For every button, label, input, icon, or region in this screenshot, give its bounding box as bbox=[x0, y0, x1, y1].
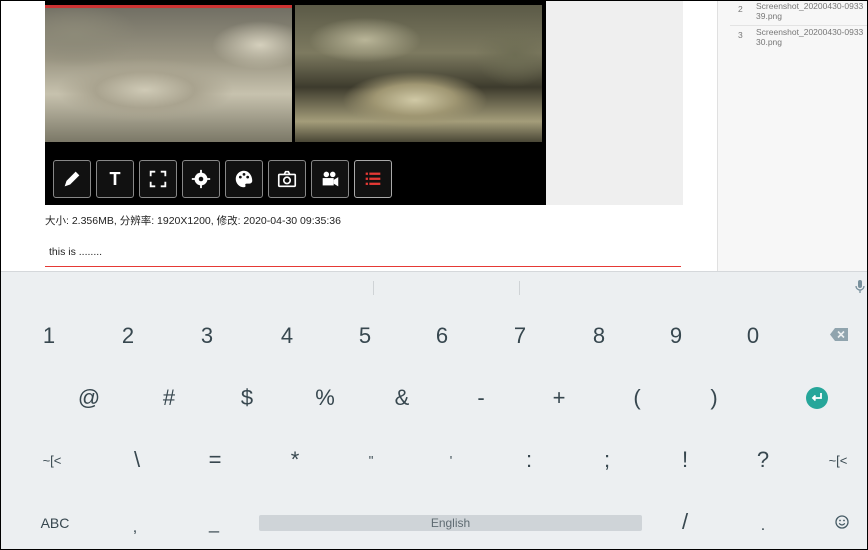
enter-icon bbox=[811, 393, 822, 402]
file-list-panel: 2 Screenshot_20200430-0933 39.png 3 Scre… bbox=[717, 1, 867, 271]
key-semicolon[interactable]: ; bbox=[599, 447, 615, 473]
key-percent[interactable]: % bbox=[313, 385, 337, 411]
key-double-quote[interactable]: " bbox=[363, 453, 379, 468]
emoji-icon[interactable] bbox=[835, 515, 849, 529]
key-more-symbols-right[interactable]: ~[< bbox=[823, 453, 853, 468]
key-single-quote[interactable]: ' bbox=[445, 453, 457, 468]
key-hash[interactable]: # bbox=[159, 385, 179, 411]
file-name: Screenshot_20200430-0933 39.png bbox=[756, 1, 864, 21]
key-underscore[interactable]: _ bbox=[205, 513, 223, 534]
key-close-paren[interactable]: ) bbox=[706, 385, 722, 411]
key-2[interactable]: 2 bbox=[118, 323, 138, 349]
list-icon[interactable] bbox=[354, 160, 392, 198]
enter-button[interactable] bbox=[806, 387, 828, 409]
key-colon[interactable]: : bbox=[521, 447, 537, 473]
file-list-item[interactable]: 3 Screenshot_20200430-0933 30.png bbox=[730, 25, 867, 52]
note-input[interactable]: this is ........ bbox=[45, 244, 681, 267]
file-list-item[interactable]: 2 Screenshot_20200430-0933 39.png bbox=[730, 1, 867, 26]
key-0[interactable]: 0 bbox=[743, 323, 763, 349]
image-viewer-area: T 大小: 2.356MB, 分辨率: 1920X1200, 修改: 2020-… bbox=[1, 1, 717, 271]
file-number: 2 bbox=[738, 4, 743, 14]
key-ampersand[interactable]: & bbox=[392, 385, 412, 411]
key-at[interactable]: @ bbox=[77, 385, 101, 411]
note-input-value: this is ........ bbox=[49, 246, 103, 258]
space-bar-label: English bbox=[430, 516, 471, 530]
key-slash[interactable]: / bbox=[677, 509, 693, 535]
key-period[interactable]: . bbox=[758, 517, 768, 535]
key-exclamation[interactable]: ! bbox=[677, 447, 693, 473]
key-5[interactable]: 5 bbox=[355, 323, 375, 349]
key-equals[interactable]: = bbox=[205, 447, 225, 473]
microphone-icon[interactable] bbox=[853, 279, 867, 295]
annotation-toolbar: T bbox=[53, 156, 392, 200]
key-8[interactable]: 8 bbox=[589, 323, 609, 349]
file-number: 3 bbox=[738, 30, 743, 40]
inspection-image-right[interactable] bbox=[295, 5, 542, 142]
file-name: Screenshot_20200430-0933 30.png bbox=[756, 27, 864, 47]
key-abc[interactable]: ABC bbox=[37, 515, 73, 531]
key-dollar[interactable]: $ bbox=[237, 385, 257, 411]
image-info: 大小: 2.356MB, 分辨率: 1920X1200, 修改: 2020-04… bbox=[45, 215, 341, 227]
key-9[interactable]: 9 bbox=[666, 323, 686, 349]
key-comma[interactable]: , bbox=[129, 519, 141, 537]
keyboard-suggestion-bar bbox=[1, 271, 867, 302]
palette-icon[interactable] bbox=[225, 160, 263, 198]
pencil-icon[interactable] bbox=[53, 160, 91, 198]
key-backslash[interactable]: \ bbox=[127, 447, 147, 473]
app-window: T 大小: 2.356MB, 分辨率: 1920X1200, 修改: 2020-… bbox=[0, 0, 868, 550]
camera-icon[interactable] bbox=[268, 160, 306, 198]
space-bar[interactable]: English bbox=[259, 515, 642, 531]
key-question[interactable]: ? bbox=[753, 447, 773, 473]
backspace-icon[interactable] bbox=[830, 328, 848, 341]
key-asterisk[interactable]: * bbox=[285, 447, 305, 473]
key-6[interactable]: 6 bbox=[432, 323, 452, 349]
key-1[interactable]: 1 bbox=[39, 323, 59, 349]
key-3[interactable]: 3 bbox=[197, 323, 217, 349]
settings-icon[interactable] bbox=[182, 160, 220, 198]
key-7[interactable]: 7 bbox=[510, 323, 530, 349]
key-plus[interactable]: + bbox=[549, 385, 569, 411]
divider bbox=[373, 281, 374, 295]
divider bbox=[519, 281, 520, 295]
inspection-image-left[interactable] bbox=[45, 5, 292, 142]
symbol-keyboard: 1 2 3 4 5 6 7 8 9 0 @ # $ % & - + ( ) ~[… bbox=[1, 301, 867, 549]
text-icon[interactable]: T bbox=[96, 160, 134, 198]
key-4[interactable]: 4 bbox=[277, 323, 297, 349]
fullscreen-icon[interactable] bbox=[139, 160, 177, 198]
key-open-paren[interactable]: ( bbox=[629, 385, 645, 411]
key-minus[interactable]: - bbox=[473, 385, 489, 411]
key-more-symbols[interactable]: ~[< bbox=[37, 453, 67, 468]
video-icon[interactable] bbox=[311, 160, 349, 198]
